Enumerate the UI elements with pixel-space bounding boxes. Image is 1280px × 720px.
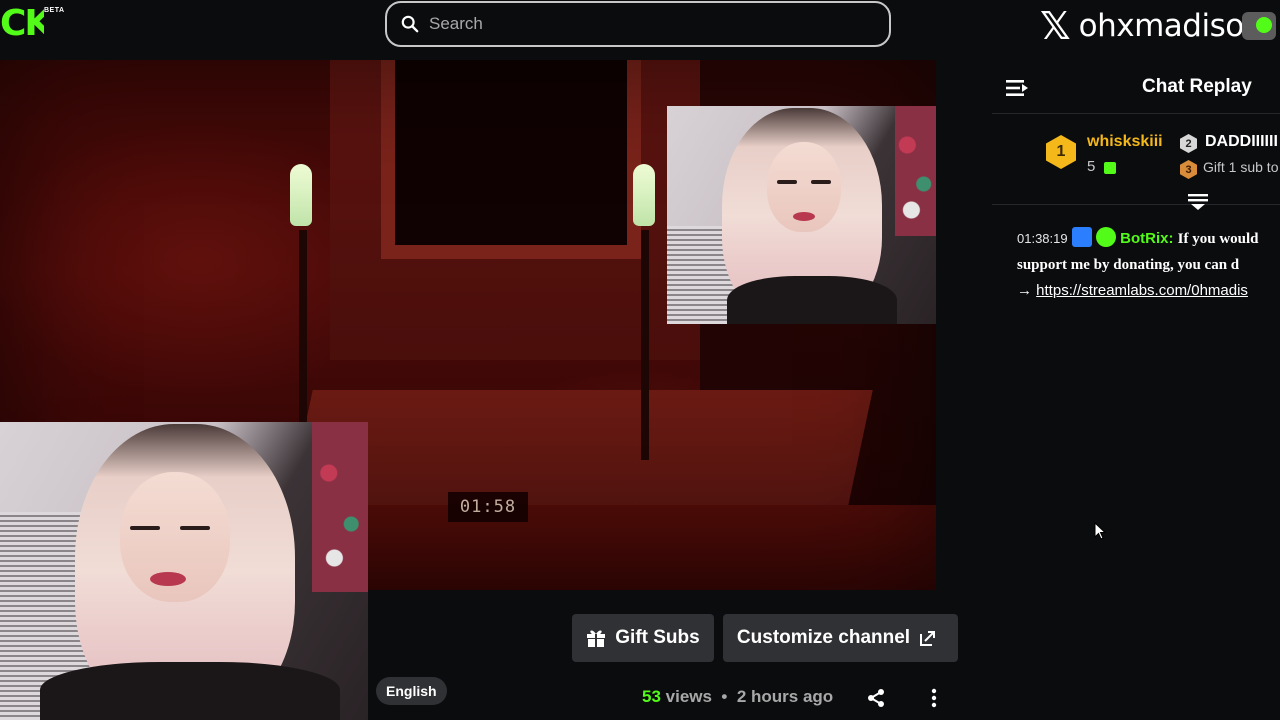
- top-bar: CK BETA 𝕏 ohxmadison: [0, 0, 1280, 56]
- overlay-badge: [1242, 12, 1276, 40]
- webcam-overlay-top: [667, 106, 936, 324]
- chat-message: 01:38:19 BotRix: If you would support me…: [1017, 226, 1280, 303]
- message-link[interactable]: https://streamlabs.com/0hmadis: [1036, 282, 1248, 299]
- search-bar[interactable]: [385, 1, 891, 47]
- search-icon: [401, 15, 419, 33]
- rank-1-badge: 1: [1046, 135, 1076, 169]
- leader-2-name[interactable]: DADDIIIIII: [1205, 133, 1278, 151]
- mouse-cursor-icon: [1094, 522, 1106, 540]
- rank-2-badge: 2: [1180, 134, 1197, 153]
- rank-3-badge: 3: [1180, 160, 1197, 179]
- collapse-chat-icon[interactable]: [1006, 79, 1028, 97]
- views-label: views: [660, 687, 712, 706]
- leader-2-subtext: Gift 1 sub to: [1203, 159, 1279, 175]
- language-tag[interactable]: English: [376, 677, 447, 705]
- external-link-icon: [920, 630, 936, 646]
- social-watermark: 𝕏 ohxmadison: [1040, 4, 1276, 48]
- gift-subs-label: Gift Subs: [615, 627, 700, 648]
- views-count: 53: [642, 687, 661, 706]
- webcam-overlay-bottom: [0, 422, 368, 720]
- leader-1-name[interactable]: whiskskiii: [1087, 133, 1163, 151]
- customize-label: Customize channel: [736, 627, 911, 648]
- message-timestamp: 01:38:19: [1017, 231, 1068, 246]
- chat-panel: Chat Replay 1 whiskskiii 5 2 DADDIIIIII …: [992, 60, 1280, 720]
- beta-badge: BETA: [44, 7, 65, 14]
- gift-subs-button[interactable]: Gift Subs: [572, 614, 714, 662]
- arrow-icon: →: [1017, 282, 1032, 299]
- filter-icon[interactable]: [1188, 194, 1208, 210]
- chat-header: Chat Replay: [992, 60, 1280, 114]
- x-logo-icon: 𝕏: [1040, 4, 1071, 48]
- share-icon[interactable]: [866, 688, 886, 708]
- watermark-handle: ohxmadison: [1078, 8, 1264, 44]
- gift-leaderboard: 1 whiskskiii 5 2 DADDIIIIII 3 Gift 1 sub…: [992, 115, 1280, 205]
- gift-icon: [1104, 162, 1116, 174]
- stream-meta: 53 views • 2 hours ago: [642, 687, 833, 707]
- customize-channel-button[interactable]: Customize channel: [723, 614, 958, 662]
- search-input[interactable]: [429, 14, 869, 34]
- meta-separator: •: [721, 687, 728, 706]
- gift-icon: [587, 630, 606, 647]
- verified-badge-icon: [1095, 227, 1116, 247]
- bot-badge-icon: [1071, 227, 1092, 247]
- kick-logo[interactable]: CK: [0, 4, 44, 44]
- time-ago: 2 hours ago: [736, 687, 834, 706]
- more-options-icon[interactable]: [924, 688, 944, 708]
- chat-title: Chat Replay: [1142, 76, 1252, 97]
- message-username[interactable]: BotRix: [1120, 230, 1168, 247]
- leader-1-subs: 5: [1087, 158, 1096, 175]
